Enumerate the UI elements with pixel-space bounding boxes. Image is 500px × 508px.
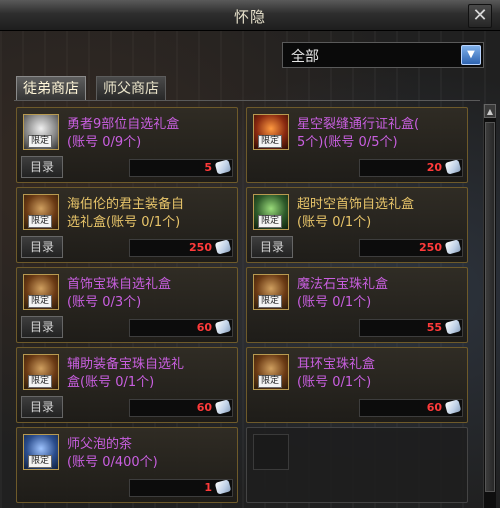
empty-slot-icon	[253, 434, 289, 470]
gem-currency-icon	[444, 319, 462, 335]
item-price: 60	[426, 401, 442, 414]
limited-badge: 限定	[258, 295, 283, 308]
item-name: 勇者9部位自选礼盒 (账号 0/9个)	[67, 117, 180, 150]
title-bar: 怀隐 ✕	[0, 0, 500, 31]
scroll-up-arrow-icon[interactable]: ▲	[484, 104, 496, 118]
limited-badge: 限定	[28, 295, 53, 308]
gem-currency-icon	[444, 399, 462, 415]
shop-item-card[interactable]: 限定 海伯伦的君主装备自 选礼盒(账号 0/1个) 目录 250	[16, 187, 238, 263]
price-field: 60	[359, 399, 463, 417]
item-name: 耳环宝珠礼盒 (账号 0/1个)	[297, 357, 376, 390]
shop-item-card[interactable]: 限定 星空裂缝通行证礼盒( 5个)(账号 0/5个) 20	[246, 107, 468, 183]
treasure-chest-icon: 限定	[253, 354, 289, 390]
item-price: 250	[419, 241, 442, 254]
price-field: 5	[129, 159, 233, 177]
price-field: 1	[129, 479, 233, 497]
treasure-chest-icon: 限定	[23, 354, 59, 390]
price-field: 60	[129, 319, 233, 337]
category-dropdown-value: 全部	[291, 49, 319, 65]
catalog-button[interactable]: 目录	[21, 236, 63, 258]
limited-badge: 限定	[258, 215, 283, 228]
gem-currency-icon	[214, 159, 232, 175]
shop-item-card[interactable]: 限定 首饰宝珠自选礼盒 (账号 0/3个) 目录 60	[16, 267, 238, 343]
shop-item-card[interactable]: 限定 耳环宝珠礼盒 (账号 0/1个) 60	[246, 347, 468, 423]
limited-badge: 限定	[28, 375, 53, 388]
item-price: 60	[196, 321, 212, 334]
shop-item-card[interactable]: 限定 师父泡的茶 (账号 0/400个) 1	[16, 427, 238, 503]
catalog-button[interactable]: 目录	[21, 396, 63, 418]
limited-badge: 限定	[258, 375, 283, 388]
treasure-chest-icon: 限定	[23, 274, 59, 310]
catalog-button[interactable]: 目录	[21, 156, 63, 178]
item-name: 师父泡的茶 (账号 0/400个)	[67, 437, 158, 470]
gem-currency-icon	[214, 399, 232, 415]
item-price: 20	[426, 161, 442, 174]
shop-item-card[interactable]: 限定 魔法石宝珠礼盒 (账号 0/1个) 55	[246, 267, 468, 343]
window-title: 怀隐	[233, 8, 266, 26]
item-name: 魔法石宝珠礼盒 (账号 0/1个)	[297, 277, 389, 310]
gift-box-icon: 限定	[23, 114, 59, 150]
shop-item-card[interactable]: 限定 勇者9部位自选礼盒 (账号 0/9个) 目录 5	[16, 107, 238, 183]
limited-badge: 限定	[258, 135, 283, 148]
item-name: 辅助装备宝珠自选礼 盒(账号 0/1个)	[67, 357, 185, 390]
shop-item-card[interactable]: 限定 辅助装备宝珠自选礼 盒(账号 0/1个) 目录 60	[16, 347, 238, 423]
gem-currency-icon	[214, 479, 232, 495]
catalog-button[interactable]: 目录	[251, 236, 293, 258]
catalog-button[interactable]: 目录	[21, 316, 63, 338]
limited-badge: 限定	[28, 135, 53, 148]
scrollbar[interactable]: ▲	[483, 104, 496, 508]
close-button[interactable]: ✕	[468, 4, 492, 28]
tab-master-shop[interactable]: 师父商店	[96, 76, 166, 101]
pass-ticket-icon: 限定	[253, 114, 289, 150]
category-dropdown[interactable]: 全部 ▼	[282, 42, 484, 68]
item-price: 55	[426, 321, 442, 334]
shop-item-card[interactable]: 限定 超时空首饰自选礼盒 (账号 0/1个) 目录 250	[246, 187, 468, 263]
item-price: 1	[204, 481, 212, 494]
item-name: 星空裂缝通行证礼盒( 5个)(账号 0/5个)	[297, 117, 420, 150]
gem-currency-icon	[214, 239, 232, 255]
tea-cup-icon: 限定	[23, 434, 59, 470]
item-list: 限定 勇者9部位自选礼盒 (账号 0/9个) 目录 5 限定 星空裂缝通行证礼盒…	[14, 100, 480, 508]
price-field: 55	[359, 319, 463, 337]
price-field: 60	[129, 399, 233, 417]
tab-apprentice-shop[interactable]: 徒弟商店	[16, 76, 86, 101]
item-price: 60	[196, 401, 212, 414]
scrollbar-thumb[interactable]	[485, 122, 495, 492]
gem-currency-icon	[214, 319, 232, 335]
empty-item-slot	[246, 427, 468, 503]
chevron-down-icon[interactable]: ▼	[461, 45, 481, 65]
item-price: 250	[189, 241, 212, 254]
gift-box-icon: 限定	[23, 194, 59, 230]
gem-currency-icon	[444, 239, 462, 255]
item-name: 海伯伦的君主装备自 选礼盒(账号 0/1个)	[67, 197, 185, 230]
shop-window: 怀隐 ✕ 全部 ▼ 徒弟商店 师父商店 限定 勇者9部位自选礼盒 (账号 0/9…	[0, 0, 500, 508]
gift-box-icon: 限定	[253, 194, 289, 230]
item-name: 超时空首饰自选礼盒 (账号 0/1个)	[297, 197, 415, 230]
item-price: 5	[204, 161, 212, 174]
treasure-chest-icon: 限定	[253, 274, 289, 310]
limited-badge: 限定	[28, 215, 53, 228]
gem-currency-icon	[444, 159, 462, 175]
price-field: 250	[359, 239, 463, 257]
price-field: 250	[129, 239, 233, 257]
limited-badge: 限定	[28, 455, 53, 468]
item-name: 首饰宝珠自选礼盒 (账号 0/3个)	[67, 277, 172, 310]
price-field: 20	[359, 159, 463, 177]
